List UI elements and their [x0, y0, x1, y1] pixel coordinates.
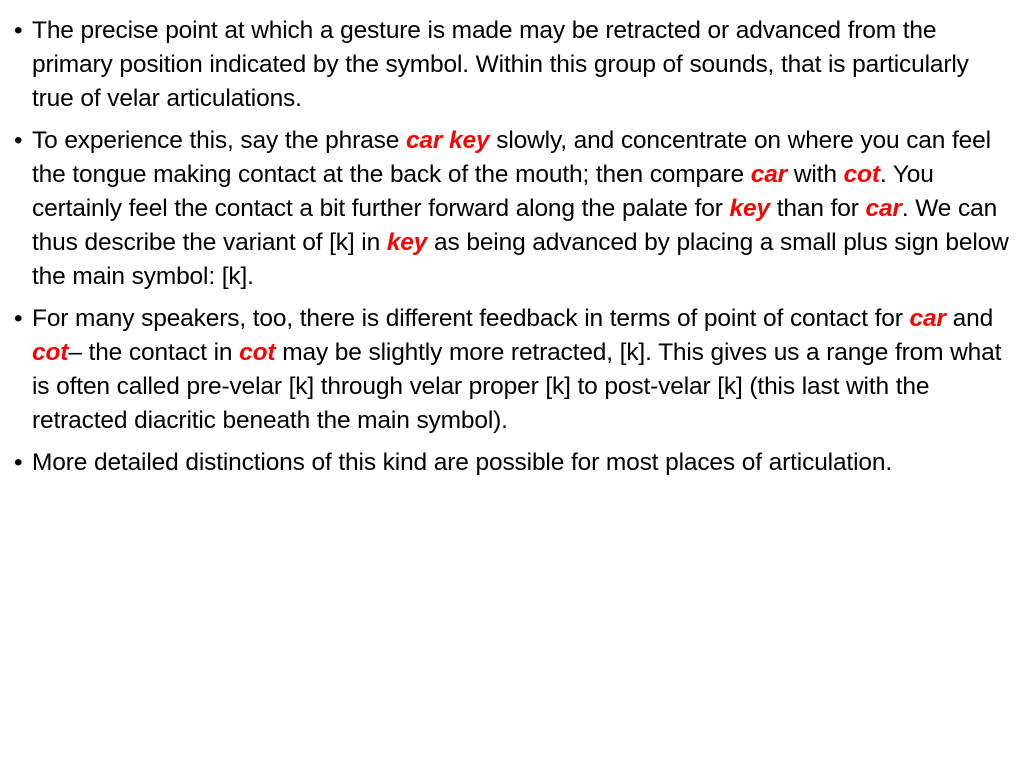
emphasis-term: car	[909, 305, 946, 332]
slide-canvas: • The precise point at which a gesture i…	[0, 0, 1024, 768]
list-item: • More detailed distinctions of this kin…	[10, 446, 892, 480]
bullet-3-text: For many speakers, too, there is differe…	[32, 305, 1002, 434]
emphasis-term: car	[750, 161, 788, 188]
bullet-1-text: The precise point at which a gesture is …	[32, 17, 969, 112]
emphasis-term: key	[386, 229, 428, 256]
emphasis-term: car	[865, 195, 902, 222]
bullet-marker-icon: •	[14, 449, 23, 476]
bullet-marker-icon: •	[14, 127, 23, 154]
list-item: • To experience this, say the phrase car…	[10, 124, 1010, 294]
list-item: • The precise point at which a gesture i…	[10, 14, 1010, 116]
emphasis-term: car key	[405, 127, 490, 154]
emphasis-term: cot	[32, 339, 69, 366]
bullet-4-text: More detailed distinctions of this kind …	[32, 449, 892, 476]
bullet-marker-icon: •	[14, 17, 23, 44]
list-item: • For many speakers, too, there is diffe…	[10, 302, 1010, 438]
emphasis-term: cot	[239, 339, 276, 366]
emphasis-term: cot	[843, 161, 880, 188]
bullet-marker-icon: •	[14, 305, 23, 332]
bullet-list: • The precise point at which a gesture i…	[10, 14, 1010, 480]
bullet-2-text: To experience this, say the phrase car k…	[32, 127, 1009, 290]
emphasis-term: key	[729, 195, 771, 222]
